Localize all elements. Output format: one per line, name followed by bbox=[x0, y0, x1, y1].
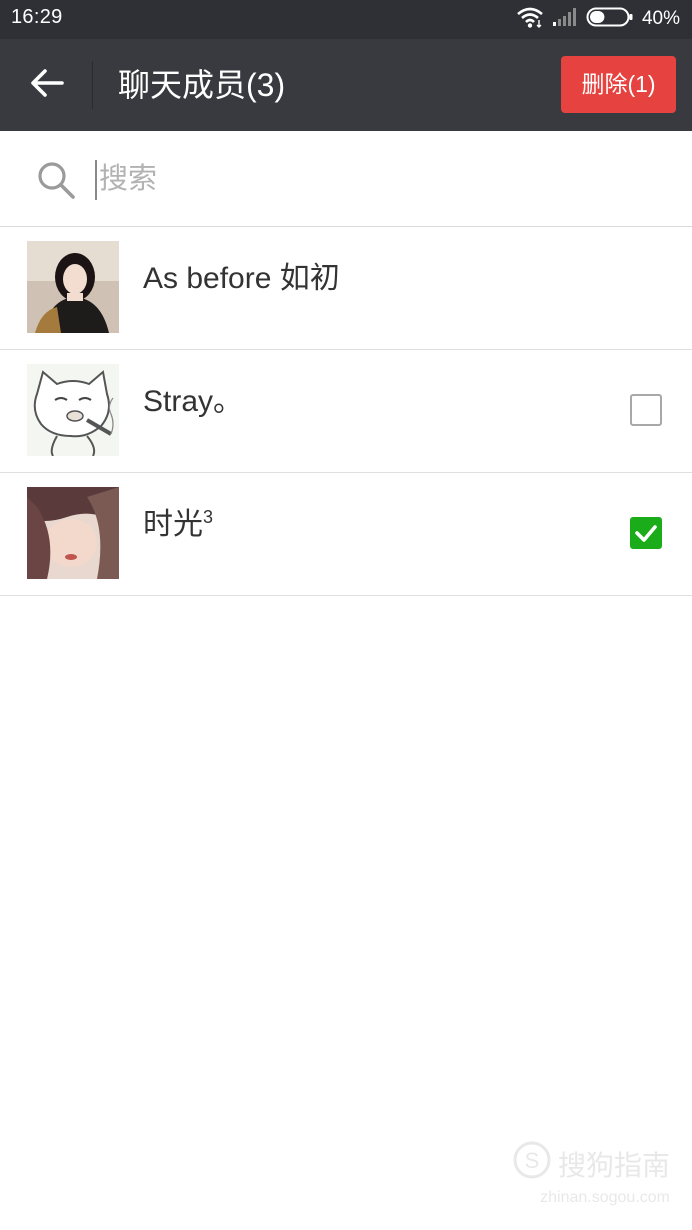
title-bar: 聊天成员(3) 删除(1) bbox=[0, 39, 692, 131]
search-icon bbox=[36, 160, 76, 205]
search-bar bbox=[0, 131, 692, 227]
battery-percent: 40% bbox=[641, 8, 680, 29]
select-checkbox[interactable] bbox=[630, 517, 662, 549]
search-input[interactable] bbox=[99, 157, 659, 201]
member-name: 时光3 bbox=[143, 507, 214, 541]
member-list: As before 如初 Stray。 时光3 bbox=[0, 227, 692, 596]
page-title: 聊天成员(3) bbox=[118, 67, 286, 103]
text-cursor bbox=[95, 160, 97, 200]
signal-icon bbox=[552, 7, 578, 32]
title-divider bbox=[92, 61, 93, 109]
avatar bbox=[27, 364, 119, 456]
avatar bbox=[27, 487, 119, 579]
avatar bbox=[27, 241, 119, 333]
wifi-icon bbox=[516, 6, 544, 33]
member-name: As before 如初 bbox=[143, 262, 340, 295]
sogou-logo-icon: S bbox=[512, 1140, 552, 1187]
battery-icon bbox=[586, 6, 634, 33]
svg-text:S: S bbox=[525, 1148, 540, 1173]
member-row[interactable]: 时光3 bbox=[0, 473, 692, 596]
status-icons: 40% bbox=[516, 6, 680, 32]
arrow-left-icon bbox=[30, 68, 64, 103]
delete-button[interactable]: 删除(1) bbox=[561, 56, 676, 113]
watermark-url: zhinan.sogou.com bbox=[540, 1189, 670, 1206]
member-name: Stray。 bbox=[143, 385, 244, 418]
watermark-brand: 搜狗指南 bbox=[557, 1149, 670, 1181]
member-row[interactable]: As before 如初 bbox=[0, 227, 692, 350]
watermark: S 搜狗指南 zhinan.sogou.com bbox=[512, 1140, 670, 1207]
checkmark-icon bbox=[634, 522, 658, 549]
back-button[interactable] bbox=[22, 61, 72, 109]
status-bar: 16:29 40% bbox=[0, 0, 692, 39]
member-row[interactable]: Stray。 bbox=[0, 350, 692, 473]
select-checkbox[interactable] bbox=[630, 394, 662, 426]
status-time: 16:29 bbox=[11, 6, 63, 28]
